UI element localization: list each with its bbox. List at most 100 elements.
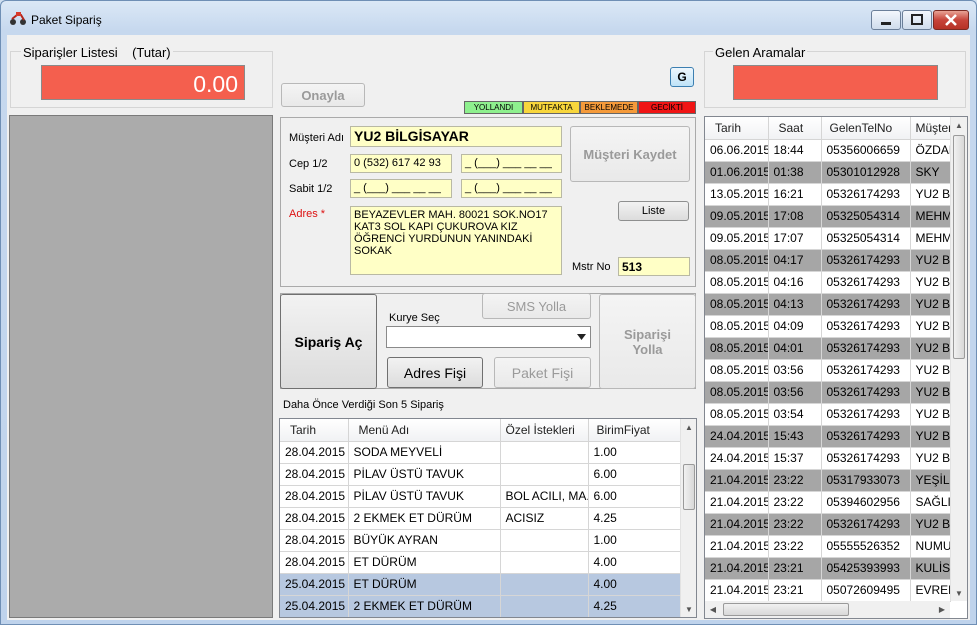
table-row[interactable]: 08.05.2015 03:56 05326174293 YU2 Bİ	[705, 359, 951, 382]
table-row[interactable]: 09.05.201517:0805325054314MEHME	[705, 205, 951, 228]
landline-label: Sabit 1/2	[289, 183, 333, 195]
table-row[interactable]: 13.05.2015 16:21 05326174293 YU2 Bİ	[705, 183, 951, 206]
table-row[interactable]: 08.05.2015 03:54 05326174293 YU2 Bİ	[705, 403, 951, 426]
scroll-thumb[interactable]	[683, 464, 695, 510]
scroll-right-arrow[interactable]: ▶	[934, 601, 950, 617]
table-row[interactable]: 06.06.201518:4405356006659ÖZDAL	[705, 139, 951, 162]
table-cell: 23:22	[768, 513, 822, 536]
table-cell: SKY	[910, 161, 951, 184]
table-cell	[500, 441, 589, 464]
table-row[interactable]: 28.04.2015 2 EKMEK ET DÜRÜM ACISIZ 4.25	[280, 507, 681, 530]
send-order-line-1: Siparişi	[624, 326, 671, 342]
table-cell: 08.05.2015	[705, 293, 769, 316]
table-cell: YU2 Bİ	[910, 403, 951, 426]
table-row[interactable]: 24.04.2015 15:37 05326174293 YU2 Bİ	[705, 447, 951, 470]
mobile-field-1[interactable]: 0 (532) 617 42 93	[350, 154, 452, 173]
table-cell: 05326174293	[821, 271, 911, 294]
table-cell: 05326174293	[821, 183, 911, 206]
orders-list[interactable]	[9, 115, 273, 618]
column-header[interactable]: Tarih	[280, 419, 349, 442]
scroll-thumb[interactable]	[723, 603, 849, 616]
calls-vscrollbar[interactable]: ▲ ▼	[950, 117, 967, 601]
table-cell: 23:22	[768, 469, 822, 492]
status-label: GECİKTİ	[650, 103, 683, 112]
table-cell: 03:54	[768, 403, 822, 426]
column-header[interactable]: Özel İstekleri	[500, 419, 589, 442]
table-cell: 21.04.2015	[705, 579, 769, 602]
table-row[interactable]: 01.06.2015 01:38 05301012928 SKY	[705, 161, 951, 184]
customer-name-field[interactable]: YU2 BİLGİSAYAR	[350, 126, 562, 147]
scroll-up-arrow[interactable]: ▲	[681, 419, 696, 435]
table-cell	[500, 551, 589, 574]
table-cell: ACISIZ	[500, 507, 589, 530]
scroll-down-arrow[interactable]: ▼	[951, 585, 967, 601]
landline-field-1[interactable]: _ (___) ___ __ __	[350, 179, 452, 198]
scroll-up-arrow[interactable]: ▲	[951, 117, 967, 133]
column-header[interactable]: Müşter	[910, 117, 951, 140]
table-row[interactable]: 21.04.2015 23:22 05326174293 YU2 Bİ	[705, 513, 951, 536]
table-row[interactable]: 08.05.2015 04:09 05326174293 YU2 Bİ	[705, 315, 951, 338]
table-row[interactable]: 21.04.201523:2105072609495EVREN	[705, 579, 951, 602]
table-row[interactable]: 21.04.201523:2205394602956SAĞLIK	[705, 491, 951, 514]
table-row[interactable]: 21.04.2015 23:21 05425393993 KULİS	[705, 557, 951, 580]
scroll-down-arrow[interactable]: ▼	[681, 601, 696, 617]
table-cell: 28.04.2015	[280, 529, 349, 552]
table-row[interactable]: 08.05.2015 04:17 05326174293 YU2 Bİ	[705, 249, 951, 272]
column-header[interactable]: Menü Adı	[348, 419, 501, 442]
scroll-left-arrow[interactable]: ◀	[705, 601, 721, 617]
address-slip-button[interactable]: Adres Fişi	[387, 357, 483, 388]
table-row[interactable]: 08.05.2015 04:01 05326174293 YU2 Bİ	[705, 337, 951, 360]
table-row[interactable]: 21.04.201523:2205317933073YEŞİL Y	[705, 469, 951, 492]
table-row[interactable]: 25.04.2015 ET DÜRÜM 4.00	[280, 573, 681, 596]
table-cell: 05301012928	[821, 161, 911, 184]
table-row[interactable]: 28.04.2015 ET DÜRÜM 4.00	[280, 551, 681, 574]
past-orders-scrollbar[interactable]: ▲ ▼	[680, 419, 696, 617]
table-cell: 05326174293	[821, 315, 911, 338]
table-cell: 08.05.2015	[705, 271, 769, 294]
scroll-thumb[interactable]	[953, 135, 965, 359]
landline-field-2[interactable]: _ (___) ___ __ __	[461, 179, 562, 198]
open-order-button[interactable]: Sipariş Aç	[280, 294, 377, 389]
courier-select[interactable]	[386, 326, 591, 348]
column-header[interactable]: BirimFiyat	[588, 419, 681, 442]
calls-grid[interactable]: Tarih Saat GelenTelNo Müşter 06.06.2015 1…	[704, 116, 968, 619]
table-row[interactable]: 28.04.2015 PİLAV ÜSTÜ TAVUK 6.00	[280, 463, 681, 486]
save-customer-button[interactable]: Müşteri Kaydet	[570, 126, 690, 182]
past-orders-grid[interactable]: Tarih Menü Adı Özel İstekleri BirimFiyat…	[279, 418, 697, 618]
table-row[interactable]: 08.05.2015 03:56 05326174293 YU2 Bİ	[705, 381, 951, 404]
table-cell: 05326174293	[821, 403, 911, 426]
table-cell: 23:21	[768, 579, 822, 602]
title-bar[interactable]: Paket Sipariş	[1, 1, 976, 35]
table-row[interactable]: 28.04.2015 PİLAV ÜSTÜ TAVUK BOL ACILI, MA.…	[280, 485, 681, 508]
past-orders-table: Tarih Menü Adı Özel İstekleri BirimFiyat…	[280, 419, 681, 617]
mobile-field-2[interactable]: _ (___) ___ __ __	[461, 154, 562, 173]
send-order-button[interactable]: Siparişi Yolla	[599, 294, 696, 389]
table-cell: 23:22	[768, 491, 822, 514]
calls-hscrollbar[interactable]: ◀ ▶	[705, 601, 950, 618]
table-row[interactable]: 08.05.2015 04:16 05326174293 YU2 Bİ	[705, 271, 951, 294]
customer-no-field[interactable]: 513	[618, 257, 690, 276]
close-button[interactable]	[933, 10, 969, 30]
table-cell: PİLAV ÜSTÜ TAVUK	[348, 485, 501, 508]
table-row[interactable]: 09.05.201517:0705325054314MEHME	[705, 227, 951, 250]
table-row[interactable]: 25.04.2015 2 EKMEK ET DÜRÜM 4.25	[280, 595, 681, 617]
g-button[interactable]: G	[670, 67, 694, 87]
approve-button[interactable]: Onayla	[281, 83, 365, 107]
package-slip-button[interactable]: Paket Fişi	[494, 357, 591, 388]
address-field[interactable]: BEYAZEVLER MAH. 80021 SOK.NO17 KAT3 SOL …	[350, 206, 562, 275]
list-button[interactable]: Liste	[618, 201, 689, 221]
maximize-button[interactable]	[902, 10, 932, 30]
table-cell: YU2 Bİ	[910, 425, 951, 448]
column-header[interactable]: Tarih	[705, 117, 769, 140]
table-row[interactable]: 28.04.2015 BÜYÜK AYRAN 1.00	[280, 529, 681, 552]
sms-button[interactable]: SMS Yolla	[482, 293, 591, 319]
mobile-label: Cep 1/2	[289, 158, 328, 170]
column-header[interactable]: GelenTelNo	[821, 117, 911, 140]
table-row[interactable]: 08.05.2015 04:13 05326174293 YU2 Bİ	[705, 293, 951, 316]
minimize-button[interactable]	[871, 10, 901, 30]
table-row[interactable]: 24.04.2015 15:43 05326174293 YU2 Bİ	[705, 425, 951, 448]
table-cell: 04:09	[768, 315, 822, 338]
table-row[interactable]: 21.04.201523:2205555526352NUMUN	[705, 535, 951, 558]
table-row[interactable]: 28.04.2015 SODA MEYVELİ 1.00	[280, 441, 681, 464]
column-header[interactable]: Saat	[768, 117, 822, 140]
